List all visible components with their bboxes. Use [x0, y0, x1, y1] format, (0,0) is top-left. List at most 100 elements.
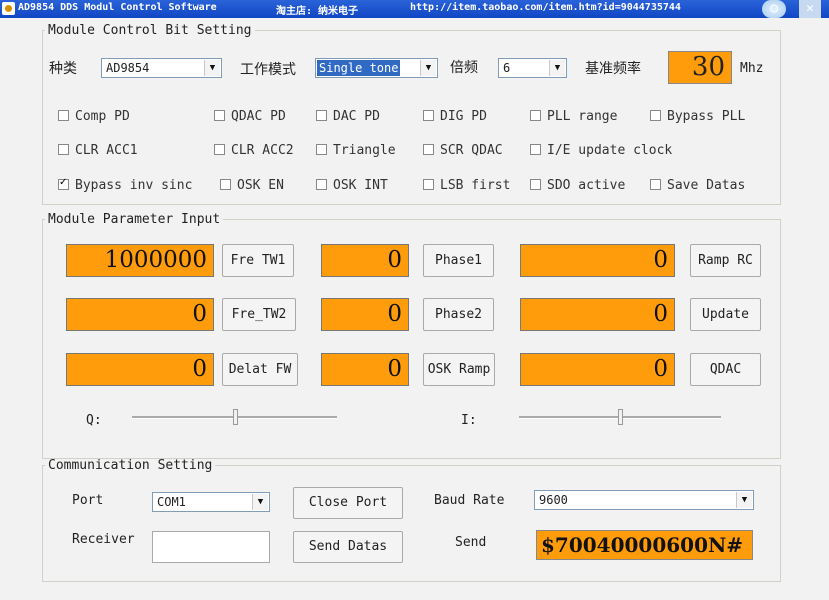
- fre-tw1-button[interactable]: Fre TW1: [222, 244, 294, 277]
- checkbox-box[interactable]: [650, 179, 661, 190]
- chevron-down-icon[interactable]: ▼: [736, 492, 752, 508]
- ramp-rc-button-label: Ramp RC: [698, 253, 753, 268]
- checkbox-label: OSK INT: [333, 178, 388, 193]
- close-icon[interactable]: ✕: [799, 0, 821, 18]
- checkbox-osk-en[interactable]: OSK EN: [220, 178, 284, 193]
- type-select[interactable]: AD9854 ▼: [101, 58, 222, 78]
- checkbox-qdac-pd[interactable]: QDAC PD: [214, 109, 286, 124]
- chevron-down-icon[interactable]: ▼: [549, 60, 565, 76]
- qdac-button-label: QDAC: [709, 362, 742, 377]
- osk-ramp-button[interactable]: OSK Ramp: [423, 353, 495, 386]
- send-field[interactable]: $70040000600N#: [536, 530, 753, 560]
- checkbox-bypass-pll[interactable]: Bypass PLL: [650, 109, 745, 124]
- fre-tw1-input[interactable]: 1000000: [66, 244, 214, 277]
- checkbox-box[interactable]: [650, 110, 661, 121]
- ref-freq-label: 基准频率: [585, 61, 641, 77]
- checkbox-label: DIG PD: [440, 109, 487, 124]
- phase1-input[interactable]: 0: [321, 244, 409, 277]
- delta-fw-input[interactable]: 0: [66, 353, 214, 386]
- close-port-button[interactable]: Close Port: [293, 487, 403, 519]
- phase1-button[interactable]: Phase1: [423, 244, 494, 277]
- checkbox-scr-qdac[interactable]: SCR QDAC: [423, 143, 503, 158]
- checkbox-box[interactable]: [423, 144, 434, 155]
- main-panel: Module Control Bit Setting 种类 AD9854 ▼ 工…: [0, 18, 829, 600]
- checkbox-label: CLR ACC1: [75, 143, 138, 158]
- q-slider-label: Q:: [86, 413, 102, 428]
- checkbox-box[interactable]: [220, 179, 231, 190]
- checkbox-box[interactable]: [530, 144, 541, 155]
- checkbox-box[interactable]: [58, 110, 69, 121]
- checkbox-label: Comp PD: [75, 109, 130, 124]
- mode-label: 工作模式: [240, 62, 296, 78]
- checkbox-box[interactable]: [530, 110, 541, 121]
- delta-fw-button[interactable]: Delat FW: [222, 353, 298, 386]
- phase2-input[interactable]: 0: [321, 298, 409, 331]
- communication-group: Communication Setting: [42, 458, 781, 582]
- checkbox-label: CLR ACC2: [231, 143, 294, 158]
- i-slider-thumb[interactable]: [618, 409, 623, 425]
- checkbox-label: I/E update clock: [547, 143, 673, 158]
- checkbox-lsb-first[interactable]: LSB first: [423, 178, 510, 193]
- checkbox-dac-pd[interactable]: DAC PD: [316, 109, 380, 124]
- send-label: Send: [455, 535, 487, 550]
- chevron-down-icon[interactable]: ▼: [420, 60, 436, 76]
- checkbox-save-datas[interactable]: Save Datas: [650, 178, 745, 193]
- checkbox-dig-pd[interactable]: DIG PD: [423, 109, 487, 124]
- port-value: COM1: [157, 495, 186, 509]
- qdac-button[interactable]: QDAC: [690, 353, 761, 386]
- type-value: AD9854: [106, 61, 150, 75]
- checkbox-box[interactable]: [423, 110, 434, 121]
- baud-rate-select[interactable]: 9600 ▼: [534, 490, 754, 510]
- ramp-rc-input[interactable]: 0: [520, 244, 675, 277]
- checkbox-box[interactable]: [316, 179, 327, 190]
- multiplier-select[interactable]: 6 ▼: [498, 58, 567, 78]
- qdac-input[interactable]: 0: [520, 353, 675, 386]
- mode-select[interactable]: Single tone ▼: [315, 58, 438, 78]
- control-bit-legend: Module Control Bit Setting: [48, 23, 252, 38]
- chevron-down-icon[interactable]: ▼: [252, 494, 268, 510]
- checkbox-ie-update-clock[interactable]: I/E update clock: [530, 143, 672, 158]
- checkbox-bypass-inv-sinc[interactable]: Bypass inv sinc: [58, 177, 193, 193]
- checkbox-clr-acc1[interactable]: CLR ACC1: [58, 143, 138, 158]
- checkbox-label: Bypass inv sinc: [75, 178, 193, 193]
- checkbox-label: QDAC PD: [231, 109, 286, 124]
- minimize-icon[interactable]: ○: [762, 0, 786, 18]
- fre-tw2-input[interactable]: 0: [66, 298, 214, 331]
- checkbox-box[interactable]: [530, 179, 541, 190]
- checkbox-triangle[interactable]: Triangle: [316, 143, 396, 158]
- checkbox-sdo-active[interactable]: SDO active: [530, 178, 625, 193]
- port-label: Port: [72, 493, 104, 508]
- checkbox-box[interactable]: [58, 177, 69, 190]
- update-button[interactable]: Update: [690, 298, 761, 331]
- osk-ramp-input[interactable]: 0: [321, 353, 409, 386]
- checkbox-label: SDO active: [547, 178, 626, 193]
- fre-tw2-button[interactable]: Fre_TW2: [222, 298, 296, 331]
- ref-freq-unit: Mhz: [740, 61, 764, 76]
- ref-freq-input[interactable]: 30: [668, 51, 732, 84]
- checkbox-clr-acc2[interactable]: CLR ACC2: [214, 143, 294, 158]
- send-datas-button[interactable]: Send Datas: [293, 531, 403, 563]
- checkbox-label: OSK EN: [237, 178, 284, 193]
- checkbox-box[interactable]: [316, 110, 327, 121]
- checkbox-box[interactable]: [423, 179, 434, 190]
- phase2-button-label: Phase2: [435, 307, 482, 322]
- checkbox-label: Save Datas: [667, 178, 746, 193]
- receiver-field[interactable]: [152, 531, 270, 563]
- checkbox-box[interactable]: [58, 144, 69, 155]
- phase2-button[interactable]: Phase2: [423, 298, 494, 331]
- multiplier-value: 6: [503, 61, 511, 75]
- checkbox-osk-int[interactable]: OSK INT: [316, 178, 388, 193]
- checkbox-pll-range[interactable]: PLL range: [530, 109, 617, 124]
- update-input[interactable]: 0: [520, 298, 675, 331]
- checkbox-box[interactable]: [214, 144, 225, 155]
- q-slider-thumb[interactable]: [232, 409, 238, 425]
- fre-tw2-button-label: Fre_TW2: [231, 307, 287, 322]
- checkbox-comp-pd[interactable]: Comp PD: [58, 109, 130, 124]
- title-bar: AD9854 DDS Modul Control Software 淘主店: 纳…: [0, 0, 829, 18]
- ramp-rc-button[interactable]: Ramp RC: [690, 244, 761, 277]
- mode-value: Single tone: [317, 60, 401, 76]
- checkbox-box[interactable]: [316, 144, 327, 155]
- port-select[interactable]: COM1 ▼: [152, 492, 270, 512]
- chevron-down-icon[interactable]: ▼: [204, 60, 220, 76]
- checkbox-box[interactable]: [214, 110, 225, 121]
